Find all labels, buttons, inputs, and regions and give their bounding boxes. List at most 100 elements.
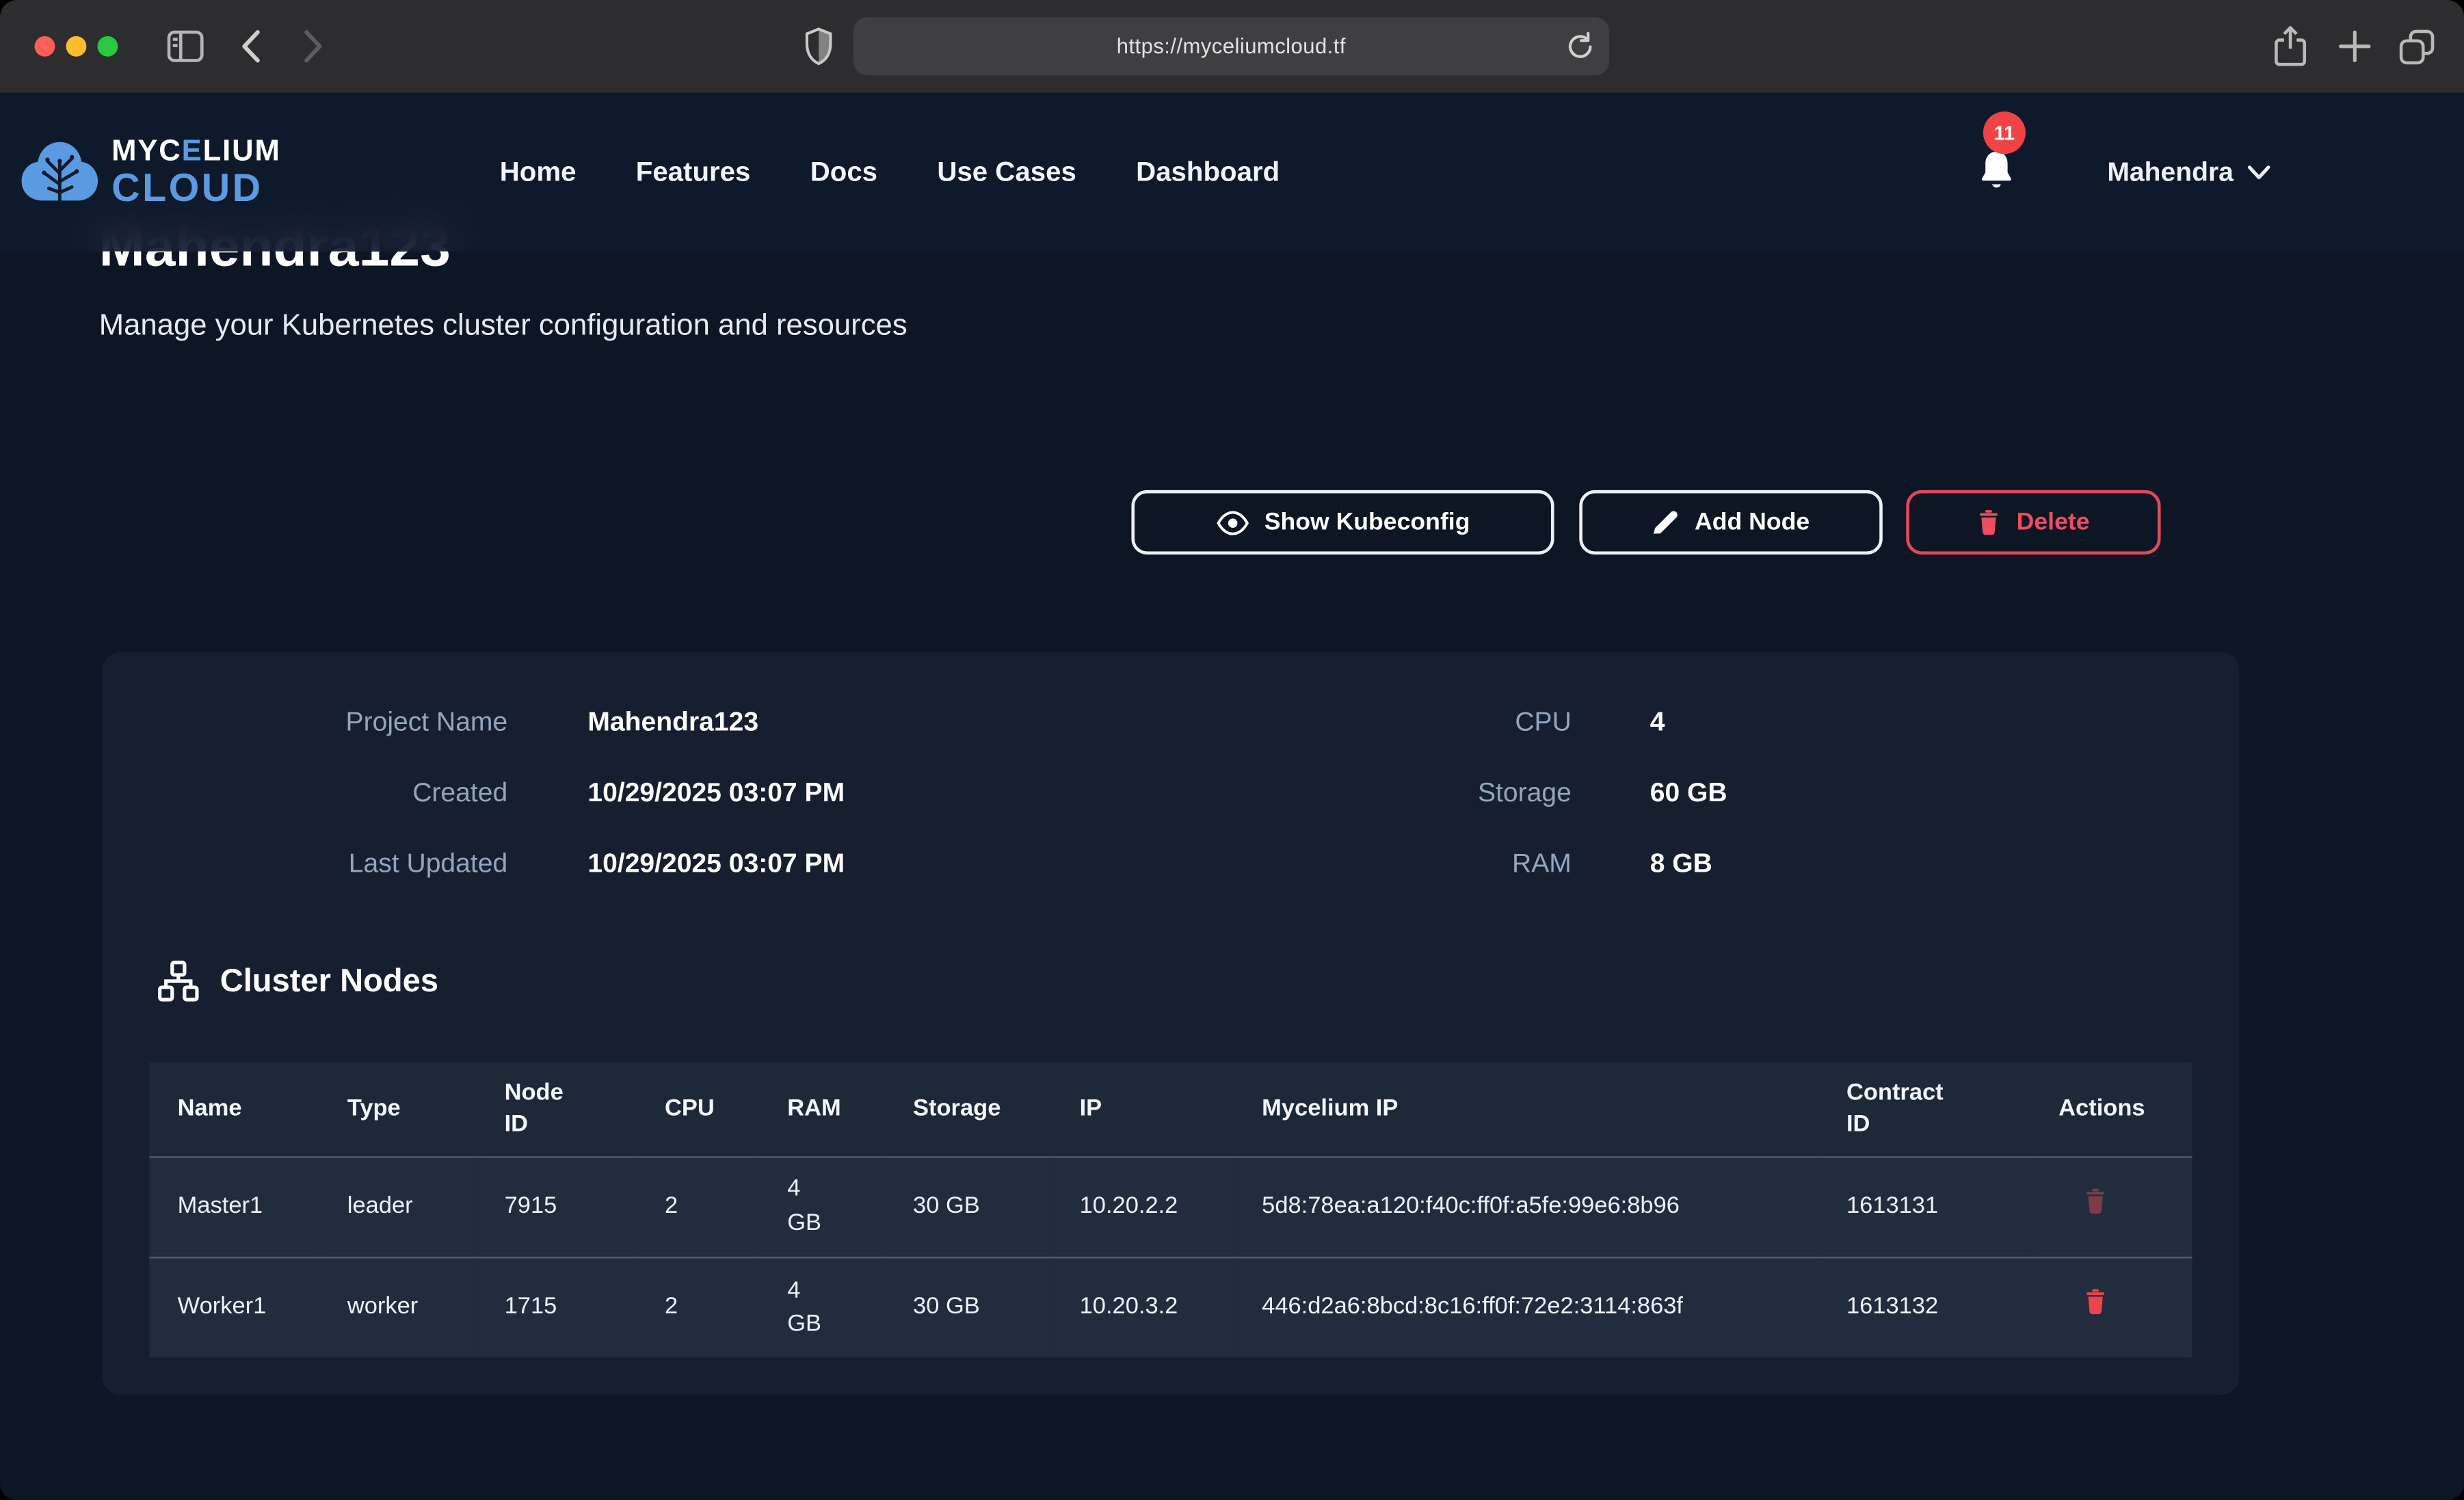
cluster-nodes-table: Name Type Node ID CPU RAM Storage IP Myc…	[149, 1062, 2192, 1357]
privacy-shield-icon	[804, 27, 832, 66]
back-button[interactable]	[239, 28, 262, 64]
nav-docs[interactable]: Docs	[810, 155, 877, 188]
col-actions: Actions	[2030, 1062, 2193, 1156]
delete-cluster-button[interactable]: Delete	[1906, 490, 2160, 554]
tab-overview-button[interactable]	[2398, 28, 2435, 66]
detail-value: 8 GB	[1650, 848, 1712, 879]
detail-value: Mahendra123	[587, 706, 758, 738]
cluster-details-card: Project Name Mahendra123 Created 10/29/2…	[102, 652, 2239, 1395]
col-storage: Storage	[885, 1062, 1052, 1156]
back-icon	[239, 28, 262, 64]
url-text: https://myceliumcloud.tf	[853, 17, 1609, 75]
col-contract-id: Contract ID	[1818, 1062, 2030, 1156]
cell-name: Master1	[149, 1156, 319, 1257]
forward-button[interactable]	[302, 28, 325, 64]
sidebar-toggle-button[interactable]	[167, 30, 204, 63]
browser-toolbar: https://myceliumcloud.tf	[0, 0, 2464, 94]
cluster-info-right: CPU 4 Storage 60 GB RAM 8 GB	[1351, 686, 1727, 898]
nav-use-cases[interactable]: Use Cases	[937, 155, 1076, 188]
detail-row: RAM 8 GB	[1351, 828, 1727, 898]
plus-icon	[2338, 30, 2371, 63]
minimize-button[interactable]	[66, 36, 87, 57]
user-name: Mahendra	[2107, 157, 2234, 188]
reload-button[interactable]	[1567, 31, 1593, 62]
new-tab-button[interactable]	[2338, 30, 2371, 63]
page-subtitle: Manage your Kubernetes cluster configura…	[99, 310, 908, 345]
share-button[interactable]	[2274, 25, 2307, 68]
cluster-info-left: Project Name Mahendra123 Created 10/29/2…	[102, 686, 845, 898]
delete-node-button[interactable]	[2084, 1289, 2107, 1315]
cell-type: leader	[319, 1156, 476, 1257]
cell-mycelium-ip: 5d8:78ea:a120:f40c:ff0f:a5fe:99e6:8b96	[1234, 1156, 1818, 1257]
detail-value: 10/29/2025 03:07 PM	[587, 777, 845, 808]
cell-actions	[2030, 1156, 2193, 1257]
pencil-icon	[1652, 509, 1679, 535]
trash-icon	[2084, 1188, 2107, 1214]
col-node-id: Node ID	[476, 1062, 636, 1156]
detail-label: Last Updated	[102, 848, 507, 879]
safari-window: https://myceliumcloud.tf	[0, 0, 2464, 1500]
sidebar-icon	[167, 30, 204, 63]
col-type: Type	[319, 1062, 476, 1156]
brand-wordmark: MYCELIUM CLOUD	[111, 136, 281, 209]
detail-value: 4	[1650, 706, 1665, 738]
cell-cpu: 2	[637, 1156, 759, 1257]
detail-label: RAM	[1351, 848, 1572, 879]
mycelium-cloud-logo-icon	[19, 137, 101, 207]
col-ram: RAM	[759, 1062, 885, 1156]
cell-ram: 4 GB	[759, 1257, 885, 1357]
nav-dashboard[interactable]: Dashboard	[1136, 155, 1280, 188]
brand-logo[interactable]: MYCELIUM CLOUD	[19, 93, 281, 252]
cell-name: Worker1	[149, 1257, 319, 1357]
cell-mycelium-ip: 446:d2a6:8bcd:8c16:ff0f:72e2:3114:863f	[1234, 1257, 1818, 1357]
close-button[interactable]	[35, 36, 55, 57]
cell-type: worker	[319, 1257, 476, 1357]
cell-contract-id: 1613131	[1818, 1156, 2030, 1257]
cell-cpu: 2	[637, 1257, 759, 1357]
zoom-button[interactable]	[97, 36, 118, 57]
cluster-nodes-heading: Cluster Nodes	[157, 960, 438, 1002]
cell-ram: 4 GB	[759, 1156, 885, 1257]
cell-storage: 30 GB	[885, 1257, 1052, 1357]
notification-badge: 11	[1983, 111, 2026, 154]
bell-icon	[1977, 149, 2016, 193]
eye-icon	[1215, 510, 1248, 535]
col-name: Name	[149, 1062, 319, 1156]
col-ip: IP	[1051, 1062, 1234, 1156]
delete-node-button[interactable]	[2084, 1188, 2107, 1214]
detail-row: Storage 60 GB	[1351, 758, 1727, 828]
chevron-down-icon	[2248, 164, 2271, 180]
forward-icon	[302, 28, 325, 64]
cluster-actions: Show Kubeconfig Add Node Delete	[0, 490, 2464, 554]
share-icon	[2274, 25, 2307, 68]
cell-storage: 30 GB	[885, 1156, 1052, 1257]
detail-row: CPU 4	[1351, 686, 1727, 757]
show-kubeconfig-button[interactable]: Show Kubeconfig	[1131, 490, 1554, 554]
address-bar[interactable]: https://myceliumcloud.tf	[853, 17, 1609, 75]
detail-value: 10/29/2025 03:07 PM	[587, 848, 845, 879]
detail-row: Project Name Mahendra123	[102, 686, 845, 757]
trash-icon	[2084, 1289, 2107, 1315]
cell-ip: 10.20.2.2	[1051, 1156, 1234, 1257]
notifications-button[interactable]	[1977, 149, 2016, 193]
detail-label: Created	[102, 777, 507, 808]
detail-row: Created 10/29/2025 03:07 PM	[102, 758, 845, 828]
notifications: 11	[1968, 93, 2037, 252]
detail-label: CPU	[1351, 706, 1572, 738]
page-content: Mahendra123	[0, 93, 2464, 1500]
trash-icon	[1977, 509, 2000, 535]
detail-label: Storage	[1351, 777, 1572, 808]
col-mycelium-ip: Mycelium IP	[1234, 1062, 1818, 1156]
table-row-worker1: Worker1 worker 1715 2 4 GB 30 GB 10.20.3…	[149, 1257, 2192, 1357]
reload-icon	[1567, 31, 1593, 62]
user-menu[interactable]: Mahendra	[2107, 93, 2271, 252]
nav-home[interactable]: Home	[500, 155, 577, 188]
main-nav: Home Features Docs Use Cases Dashboard	[500, 93, 1280, 252]
cell-ip: 10.20.3.2	[1051, 1257, 1234, 1357]
nav-features[interactable]: Features	[636, 155, 751, 188]
table-row-master1: Master1 leader 7915 2 4 GB 30 GB 10.20.2…	[149, 1156, 2192, 1257]
cell-node-id: 7915	[476, 1156, 636, 1257]
col-cpu: CPU	[637, 1062, 759, 1156]
add-node-button[interactable]: Add Node	[1579, 490, 1882, 554]
detail-label: Project Name	[102, 706, 507, 738]
